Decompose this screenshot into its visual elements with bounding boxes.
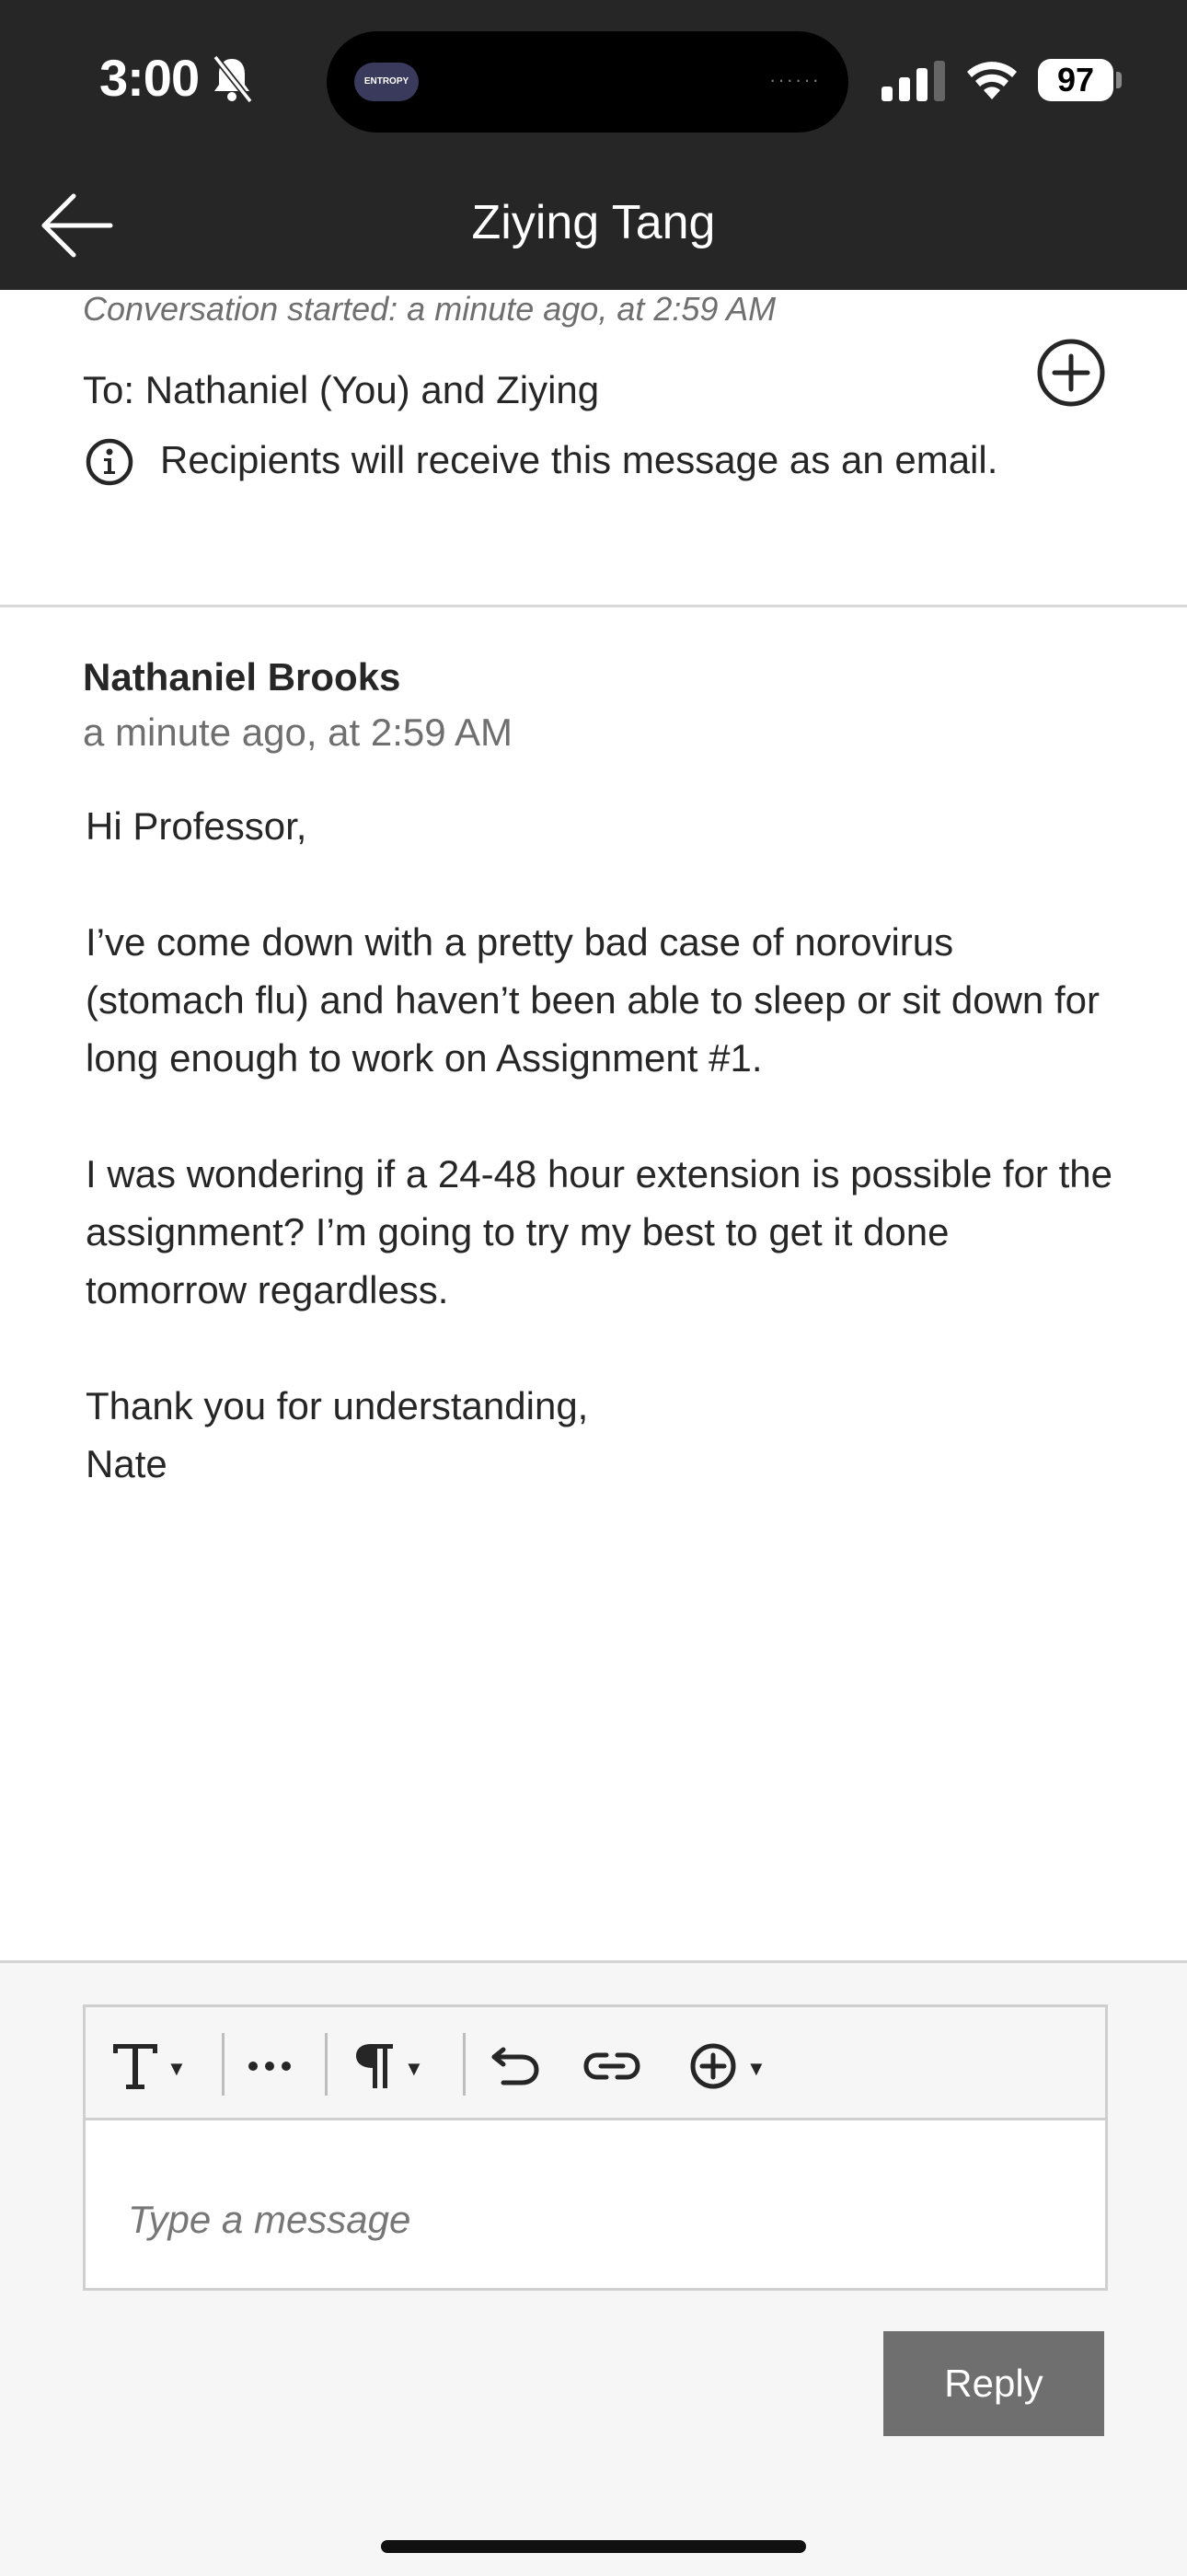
- message-sender: Nathaniel Brooks: [83, 655, 401, 699]
- island-activity-dots: ······: [769, 68, 821, 91]
- message-paragraph: I was wondering if a 24-48 hour extensio…: [86, 1152, 1112, 1311]
- link-icon: [583, 2052, 640, 2080]
- paragraph-format-button[interactable]: ▼: [352, 2033, 435, 2094]
- battery-indicator: 97: [1038, 59, 1113, 101]
- dynamic-island: ENTROPY ······: [327, 31, 848, 133]
- message-closing: Thank you for understanding,: [86, 1384, 589, 1427]
- message-signature: Nate: [86, 1442, 167, 1485]
- chevron-down-icon: ▼: [167, 2057, 187, 2080]
- reply-button[interactable]: Reply: [883, 2331, 1104, 2436]
- app-header: 3:00 ENTROPY ······ 97 Ziying Tang: [0, 0, 1187, 290]
- chevron-down-icon: ▼: [404, 2057, 424, 2080]
- status-time: 3:00: [99, 49, 200, 107]
- recipients-line: To: Nathaniel (You) and Ziying: [83, 368, 600, 411]
- email-notice: Recipients will receive this message as …: [160, 438, 998, 481]
- add-recipient-icon[interactable]: [1035, 337, 1107, 409]
- text-format-icon: [113, 2044, 157, 2089]
- toolbar-separator: [463, 2033, 466, 2096]
- chevron-down-icon: ▼: [746, 2057, 766, 2080]
- insert-link-button[interactable]: [582, 2033, 647, 2094]
- cellular-signal-icon: [882, 61, 945, 101]
- info-icon: [86, 438, 133, 486]
- toolbar-separator: [222, 2033, 225, 2096]
- undo-icon: [491, 2047, 539, 2085]
- undo-button[interactable]: [487, 2033, 547, 2094]
- rich-text-editor: ▼ ▼ ▼ Type a message: [83, 2004, 1108, 2291]
- divider: [0, 605, 1187, 607]
- message-paragraph: I’ve come down with a pretty bad case of…: [86, 920, 1100, 1080]
- page-title: Ziying Tang: [471, 196, 716, 249]
- wifi-icon: [967, 62, 1017, 99]
- island-app-badge: ENTROPY: [354, 63, 419, 101]
- text-format-button[interactable]: ▼: [109, 2033, 192, 2094]
- message-input[interactable]: [86, 2120, 1105, 2288]
- battery-tip: [1116, 72, 1122, 88]
- message-body: Hi Professor, I’ve come down with a pret…: [86, 797, 1116, 1493]
- message-timestamp: a minute ago, at 2:59 AM: [83, 710, 513, 754]
- message-greeting: Hi Professor,: [86, 804, 307, 848]
- more-icon: [248, 2062, 291, 2071]
- silent-bell-icon: [213, 54, 253, 104]
- editor-toolbar: ▼ ▼ ▼: [86, 2007, 1105, 2120]
- insert-icon: [690, 2043, 736, 2089]
- toolbar-separator: [325, 2033, 328, 2096]
- paragraph-icon: [356, 2044, 393, 2088]
- conversation-started-text: Conversation started: a minute ago, at 2…: [83, 290, 777, 328]
- home-indicator[interactable]: [381, 2540, 806, 2553]
- insert-content-button[interactable]: ▼: [687, 2033, 770, 2094]
- more-options-button[interactable]: [242, 2033, 301, 2094]
